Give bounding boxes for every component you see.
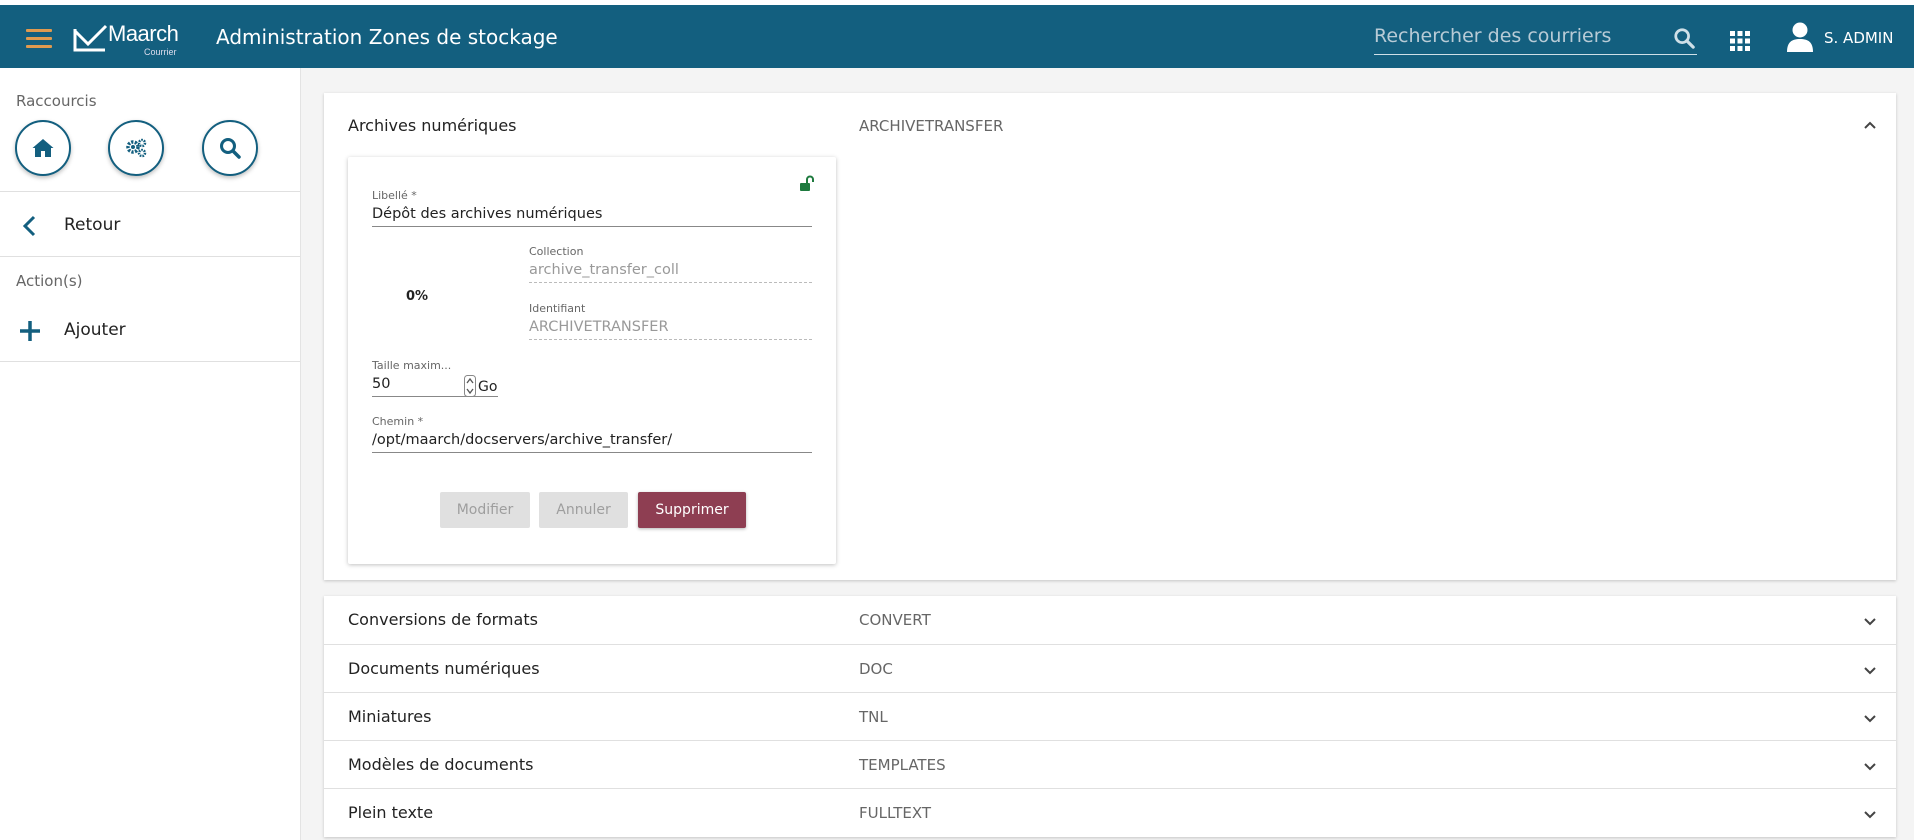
identifier-field-value: ARCHIVETRANSFER [529, 319, 812, 340]
logo[interactable]: Maarch Courrier [72, 19, 192, 61]
size-field-title: Taille maxim... [372, 359, 452, 372]
number-stepper-icon[interactable] [464, 375, 476, 397]
cancel-button[interactable]: Annuler [539, 492, 628, 528]
chevron-down-icon [1864, 715, 1876, 723]
docserver-code: DOC [859, 660, 893, 678]
collection-field-value: archive_transfer_coll [529, 262, 812, 283]
docserver-code: TEMPLATES [859, 756, 946, 774]
docserver-row-templates[interactable]: Modèles de documents TEMPLATES [324, 740, 1896, 788]
chevron-down-icon [1864, 667, 1876, 675]
docserver-name: Plein texte [348, 803, 434, 822]
label-field[interactable]: Libellé * Dépôt des archives numériques [372, 189, 812, 227]
shortcut-search-button[interactable] [202, 120, 258, 176]
shortcut-home-button[interactable] [15, 120, 71, 176]
docserver-name: Modèles de documents [348, 755, 534, 774]
docserver-row-convert[interactable]: Conversions de formats CONVERT [324, 596, 1896, 644]
user-icon[interactable] [1786, 21, 1814, 53]
docserver-code: FULLTEXT [859, 804, 932, 822]
user-name[interactable]: S. ADMIN [1824, 29, 1893, 47]
docserver-name: Documents numériques [348, 659, 540, 678]
path-field-value[interactable]: /opt/maarch/docservers/archive_transfer/ [372, 432, 812, 453]
docserver-name: Conversions de formats [348, 610, 538, 629]
search-bar [1374, 19, 1697, 55]
search-input[interactable] [1374, 19, 1664, 53]
plus-icon [20, 321, 40, 341]
collection-field-title: Collection [529, 245, 584, 258]
modify-button[interactable]: Modifier [440, 492, 530, 528]
usage-gauge: 0% [406, 289, 429, 304]
label-field-value[interactable]: Dépôt des archives numériques [372, 206, 812, 227]
docserver-code: ARCHIVETRANSFER [859, 117, 1004, 135]
shortcut-admin-button[interactable] [108, 120, 164, 176]
docserver-list: Conversions de formats CONVERT Documents… [324, 596, 1896, 837]
chevron-down-icon [1864, 618, 1876, 626]
docserver-name: Miniatures [348, 707, 432, 726]
docserver-row-doc[interactable]: Documents numériques DOC [324, 644, 1896, 692]
divider [0, 256, 300, 257]
chevron-down-icon [1864, 763, 1876, 771]
docserver-name: Archives numériques [348, 116, 517, 135]
logo-subtitle: Courrier [144, 47, 177, 57]
sidebar: Raccourcis Retour Action(s) Ajouter [0, 68, 301, 840]
docserver-row-tnl[interactable]: Miniatures TNL [324, 692, 1896, 740]
docserver-panel-expanded: Archives numériques ARCHIVETRANSFER Libe… [324, 93, 1896, 580]
docserver-code: CONVERT [859, 611, 931, 629]
search-icon[interactable] [1673, 27, 1695, 49]
chevron-down-icon [1864, 811, 1876, 819]
menu-icon[interactable] [26, 27, 54, 51]
delete-button[interactable]: Supprimer [638, 492, 746, 528]
chevron-up-icon [1864, 121, 1876, 129]
divider [0, 361, 300, 362]
logo-mark-icon [73, 24, 108, 52]
actions-label: Action(s) [16, 272, 83, 290]
docserver-row-fulltext[interactable]: Plein texte FULLTEXT [324, 788, 1896, 836]
gears-icon [126, 138, 147, 158]
page-title: Administration Zones de stockage [216, 25, 558, 49]
path-field[interactable]: Chemin * /opt/maarch/docservers/archive_… [372, 415, 812, 453]
docserver-header-archivetransfer[interactable]: Archives numériques ARCHIVETRANSFER [324, 93, 1896, 157]
search-icon [220, 138, 241, 159]
home-icon [32, 139, 54, 157]
docserver-form-card: Libellé * Dépôt des archives numériques … [348, 157, 836, 564]
identifier-field-title: Identifiant [529, 302, 586, 315]
collection-field: Collection archive_transfer_coll [529, 245, 812, 283]
apps-grid-icon[interactable] [1730, 31, 1750, 51]
shortcuts-label: Raccourcis [16, 92, 97, 110]
logo-text: Maarch [108, 21, 179, 46]
add-label: Ajouter [64, 320, 126, 340]
app-header: Maarch Courrier Administration Zones de … [0, 5, 1914, 68]
path-field-title: Chemin * [372, 415, 424, 428]
back-label: Retour [64, 215, 121, 235]
divider [0, 191, 300, 192]
label-field-title: Libellé * [372, 189, 417, 202]
chevron-left-icon [22, 215, 36, 237]
size-unit: Go [478, 379, 498, 395]
add-button[interactable]: Ajouter [0, 302, 300, 360]
docserver-code: TNL [859, 708, 888, 726]
identifier-field: Identifiant ARCHIVETRANSFER [529, 302, 812, 340]
back-button[interactable]: Retour [0, 197, 300, 255]
